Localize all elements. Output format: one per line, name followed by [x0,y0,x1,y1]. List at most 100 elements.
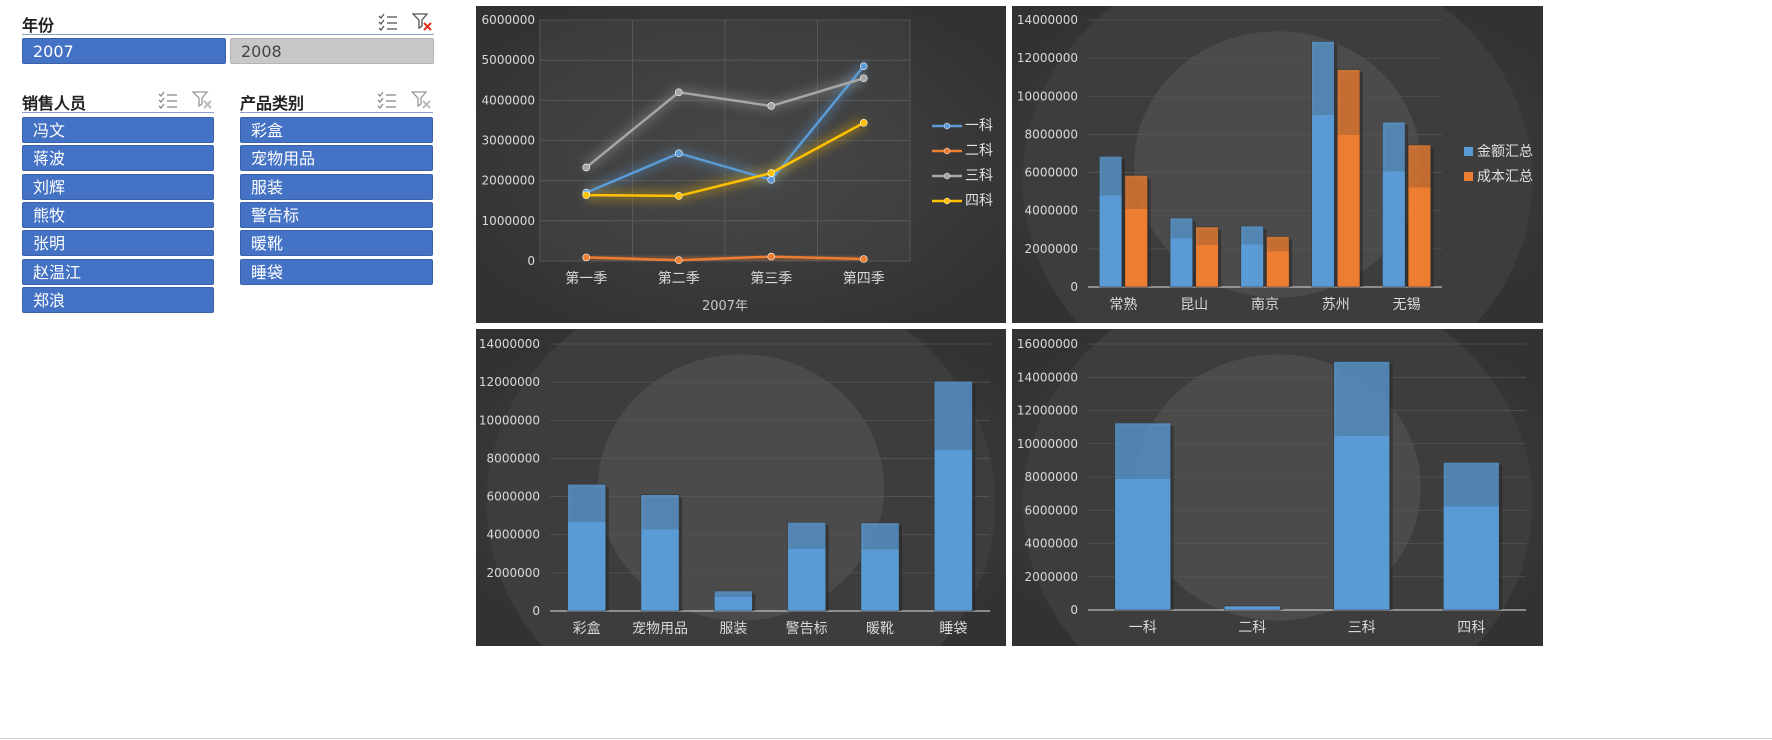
x-category-label: 昆山 [1180,297,1208,313]
bar [1443,462,1500,611]
legend-marker [943,197,951,205]
x-category-label: 警告标 [786,621,828,637]
y-tick-label: 3000000 [482,134,535,148]
legend-swatch [1464,147,1473,156]
bar [1098,156,1123,288]
y-tick-label: 16000000 [1017,337,1078,351]
slicer-category-item[interactable]: 服装 [240,173,433,200]
multi-select-icon[interactable] [378,13,398,31]
legend-marker [943,122,951,130]
bar [860,522,900,612]
data-point [582,163,591,172]
y-tick-label: 0 [532,604,540,618]
chart-product-bar[interactable]: 0 2000000 4000000 6000000 8000000 10000000 120… [476,329,1006,646]
legend-swatch [1464,172,1473,181]
slicer-salesperson-item[interactable]: 赵温江 [22,258,214,285]
data-point [767,252,776,261]
data-point [674,192,683,200]
slicer-salesperson-item[interactable]: 郑浪 [22,286,214,313]
legend-label: 四科 [965,193,993,209]
x-category-label: 四科 [1457,620,1485,636]
data-point [767,169,776,177]
slicer-year-title: 年份 [22,16,55,35]
slicer-category: 产品类别 彩盒 宠物用品 服装 警告标 暖靴 睡袋 [240,86,433,285]
legend-label: 金额汇总 [1477,144,1533,160]
x-category-label: 一科 [1129,620,1157,636]
slicer-salesperson-header: 销售人员 [22,86,214,113]
multi-select-icon[interactable] [158,91,178,109]
slicer-year-item[interactable]: 2007 [22,38,226,64]
y-tick-label: 4000000 [487,528,540,542]
legend-marker [943,147,951,155]
bar [1195,226,1219,288]
slicer-salesperson-item[interactable]: 熊牧 [22,201,214,228]
legend-label: 一科 [965,118,993,134]
x-category-label: 三科 [1348,620,1376,636]
slicer-salesperson-item[interactable]: 刘辉 [22,173,214,200]
x-axis-title: 2007年 [702,299,748,314]
bar [787,522,826,612]
y-tick-label: 5000000 [482,53,535,67]
y-tick-label: 12000000 [1017,51,1078,65]
y-tick-label: 6000000 [1025,166,1078,180]
y-tick-label: 12000000 [479,375,540,389]
y-tick-label: 4000000 [1025,537,1078,551]
bar [1266,236,1290,288]
y-tick-label: 1000000 [482,214,535,228]
x-category-label: 睡袋 [939,621,967,637]
slicer-salesperson-title: 销售人员 [22,94,87,113]
clear-filter-icon[interactable] [411,13,432,31]
y-tick-label: 0 [1070,280,1078,294]
clear-filter-icon[interactable] [191,91,212,109]
bar [934,380,973,612]
slicer-category-item[interactable]: 暖靴 [240,230,433,257]
y-tick-label: 2000000 [1025,570,1078,584]
slicer-salesperson-item[interactable]: 张明 [22,230,214,257]
y-tick-label: 8000000 [487,451,540,465]
y-tick-label: 4000000 [1025,204,1078,218]
slicer-salesperson-item[interactable]: 蒋波 [22,145,214,172]
y-tick-label: 0 [1070,603,1078,617]
slicer-salesperson: 销售人员 冯文 蒋波 刘辉 熊牧 张明 赵温江 郑浪 [22,86,214,313]
slicer-year-item[interactable]: 2008 [230,38,434,64]
data-point [674,149,683,158]
bar [1224,605,1281,611]
slicer-year-header: 年份 [22,8,434,35]
slicer-category-item[interactable]: 彩盒 [240,117,433,143]
clear-filter-icon[interactable] [410,91,431,109]
legend-label: 二科 [965,143,993,159]
y-tick-label: 10000000 [479,413,540,427]
y-tick-label: 6000000 [1025,503,1078,517]
x-category-label: 二科 [1238,620,1266,636]
chart-department-bar[interactable]: 0 2000000 4000000 6000000 8000000 10000000 120… [1012,329,1543,646]
bar [1337,69,1361,288]
x-category-label: 南京 [1251,297,1279,313]
x-category-label: 第一季 [565,270,607,287]
data-point [767,176,776,184]
slicer-salesperson-item[interactable]: 冯文 [22,117,214,143]
bar [1333,361,1390,611]
chart-city-bar[interactable]: 0 2000000 4000000 6000000 8000000 10000000 120… [1012,6,1543,323]
y-tick-label: 0 [527,254,535,268]
data-point [582,191,591,199]
slicer-category-item[interactable]: 警告标 [240,201,433,228]
bar [1240,225,1264,288]
legend-label: 成本汇总 [1477,169,1533,185]
data-point [582,253,591,262]
data-point [674,256,683,264]
slicer-category-item[interactable]: 睡袋 [240,258,433,285]
y-tick-label: 8000000 [1025,127,1078,141]
bar [1114,422,1171,611]
slicer-year: 年份 2007 2008 [22,8,434,64]
slicer-category-item[interactable]: 宠物用品 [240,145,433,172]
y-tick-label: 2000000 [482,174,535,188]
y-tick-label: 2000000 [1025,242,1078,256]
multi-select-icon[interactable] [377,91,397,109]
bar [1124,175,1148,288]
data-point [859,255,868,263]
legend-marker [943,172,951,180]
x-category-label: 第三季 [750,270,792,287]
data-point [674,88,683,97]
y-tick-label: 10000000 [1017,437,1078,451]
chart-quarterly-line[interactable]: 0 1000000 2000000 3000000 4000000 5000000 6000… [476,6,1006,323]
